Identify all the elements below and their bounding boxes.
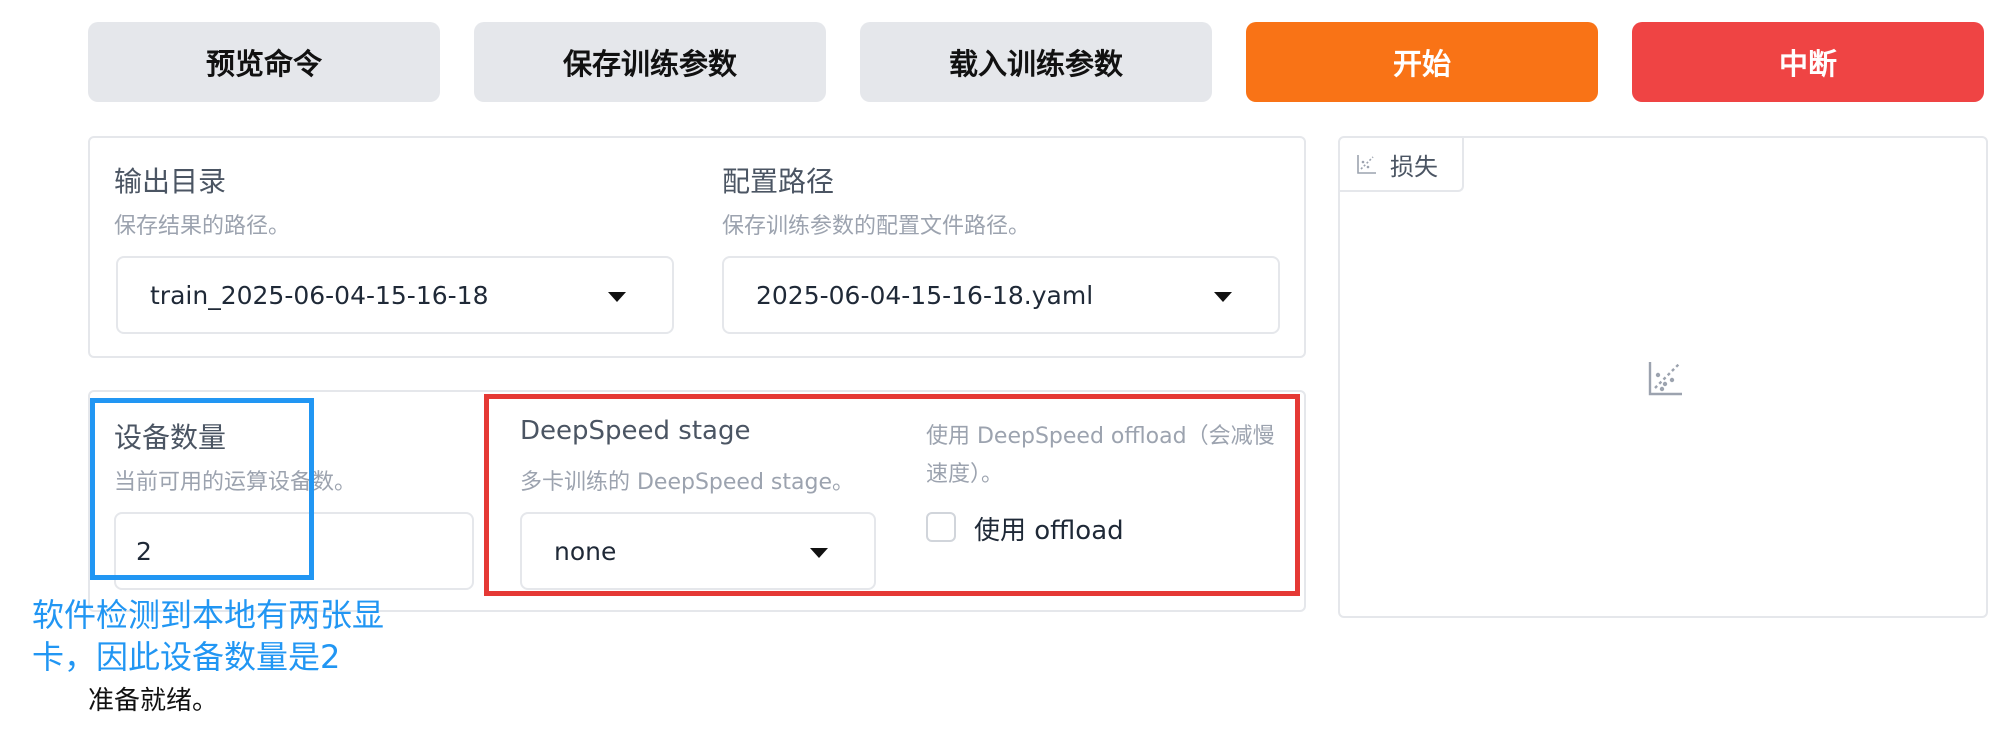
chevron-down-icon	[810, 548, 828, 558]
output-dir-value: train_2025-06-04-15-16-18	[150, 280, 489, 310]
device-deepspeed-panel: 设备数量 当前可用的运算设备数。 2 DeepSpeed stage 多卡训练的…	[88, 390, 1306, 612]
start-button[interactable]: 开始	[1246, 22, 1598, 102]
config-path-value: 2025-06-04-15-16-18.yaml	[756, 280, 1094, 310]
device-count-info: 当前可用的运算设备数。	[114, 470, 357, 495]
device-count-label: 设备数量	[114, 421, 227, 454]
loss-tab-label: 损失	[1390, 152, 1438, 181]
ds-stage-value: none	[554, 536, 617, 566]
ds-stage-label: DeepSpeed stage	[520, 416, 751, 446]
device-count-value: 2	[136, 536, 152, 566]
annotation-note-line1: 软件检测到本地有两张显	[32, 596, 385, 634]
ds-offload-checkbox[interactable]	[926, 512, 956, 542]
ds-offload-checkbox-label[interactable]: 使用 offload	[974, 510, 1124, 547]
annotation-note: 软件检测到本地有两张显 卡，因此设备数量是2	[32, 594, 384, 678]
output-dir-label: 输出目录	[114, 165, 227, 198]
chart-icon	[1357, 155, 1376, 174]
loss-plot-tab[interactable]: 损失	[1340, 138, 1464, 192]
config-path-info: 保存训练参数的配置文件路径。	[722, 214, 1031, 239]
output-config-panel: 输出目录 保存结果的路径。 train_2025-06-04-15-16-18 …	[88, 136, 1306, 358]
config-path-dropdown[interactable]: 2025-06-04-15-16-18.yaml	[722, 256, 1280, 334]
ds-stage-info: 多卡训练的 DeepSpeed stage。	[520, 470, 854, 495]
chevron-down-icon	[608, 292, 626, 302]
loss-plot-panel: 损失	[1338, 136, 1988, 618]
status-text: 准备就绪。	[88, 686, 219, 716]
load-args-button[interactable]: 载入训练参数	[860, 22, 1212, 102]
device-count-input[interactable]: 2	[114, 512, 474, 590]
ds-offload-info-line1: 使用 DeepSpeed offload（会减慢	[926, 424, 1275, 449]
output-dir-dropdown[interactable]: train_2025-06-04-15-16-18	[116, 256, 674, 334]
ds-offload-info-line2: 速度）。	[926, 462, 1004, 487]
ds-stage-dropdown[interactable]: none	[520, 512, 876, 590]
config-path-label: 配置路径	[722, 165, 835, 198]
preview-command-button[interactable]: 预览命令	[88, 22, 440, 102]
save-args-button[interactable]: 保存训练参数	[474, 22, 826, 102]
scatter-chart-icon	[1648, 362, 1682, 396]
abort-button[interactable]: 中断	[1632, 22, 1984, 102]
chevron-down-icon	[1214, 292, 1232, 302]
output-dir-info: 保存结果的路径。	[114, 214, 291, 239]
annotation-note-line2: 卡，因此设备数量是2	[32, 638, 341, 676]
